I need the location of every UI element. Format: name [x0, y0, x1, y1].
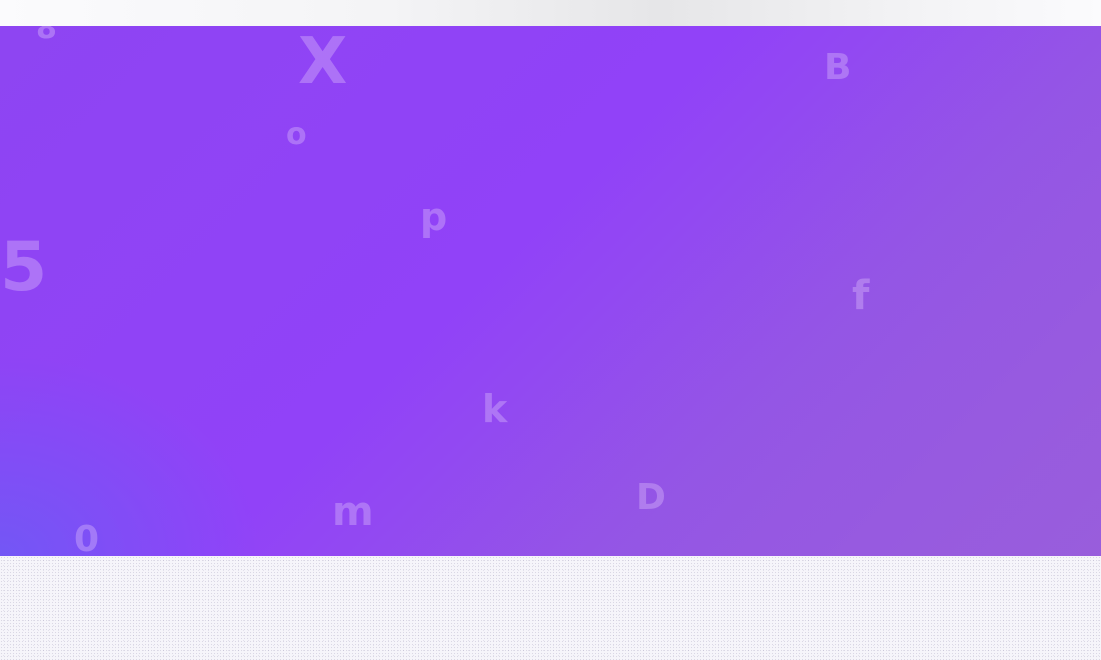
- floating-glyph-5: 5: [0, 228, 48, 307]
- floating-glyph-8: 8: [36, 26, 57, 46]
- floating-glyph-0: 0: [74, 519, 100, 557]
- floating-glyph-p: p: [420, 195, 448, 239]
- hero-banner: 8 X o B p 5 f k D m 0: [0, 26, 1101, 556]
- floating-glyph-f: f: [852, 273, 870, 319]
- floating-glyph-d: D: [636, 477, 666, 518]
- top-bar: [0, 0, 1101, 26]
- floating-glyph-k: k: [482, 387, 508, 431]
- floating-glyph-o: o: [286, 117, 307, 152]
- floating-glyph-m: m: [332, 489, 374, 535]
- floating-glyph-b: B: [824, 47, 852, 88]
- floating-glyph-x: X: [298, 26, 348, 99]
- noise-texture-area: [0, 556, 1101, 660]
